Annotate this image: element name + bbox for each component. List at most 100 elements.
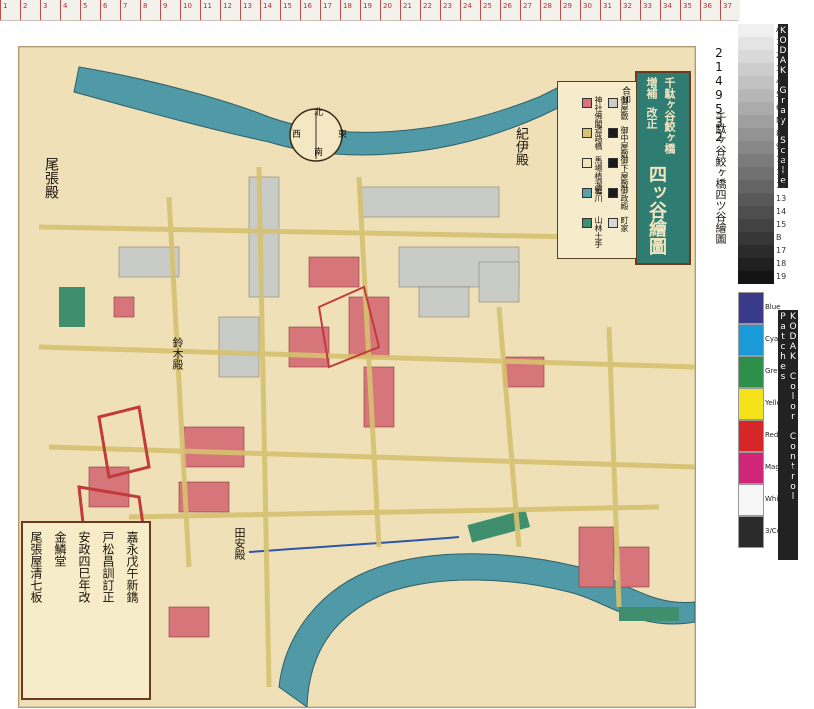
ruler-tick: 3 <box>40 0 47 20</box>
edition-label-2: 改正 <box>645 107 658 129</box>
cartouche-subtitle: 千駄ヶ谷鮫ヶ橋 <box>663 77 676 154</box>
gray-step-label: 9 <box>776 142 782 151</box>
imprint-line: 戸松昌訓訂正 <box>101 531 115 603</box>
color-patch-label: Yellow <box>765 399 787 407</box>
gray-step: 4 <box>738 76 781 89</box>
gray-step: 2 <box>738 50 781 63</box>
gray-step: 11 <box>738 167 786 180</box>
ruler-tick: 19 <box>360 0 372 20</box>
ruler-tick-label: 3 <box>43 2 48 10</box>
gray-step: 8 <box>738 128 781 141</box>
ruler-tick-label: 22 <box>423 2 432 10</box>
ruler-tick-label: 37 <box>723 2 732 10</box>
imprint-line: 尾張屋清七板 <box>29 531 43 603</box>
gray-step-label: 12 <box>776 181 787 190</box>
gray-step-label: 10 <box>776 155 787 164</box>
compass-north: 北 <box>312 107 322 116</box>
ruler-tick: 32 <box>620 0 632 20</box>
ruler-tick: 23 <box>440 0 452 20</box>
ruler-tick: 28 <box>540 0 552 20</box>
color-patch-label: Cyan <box>765 335 783 343</box>
compass-south: 南 <box>312 147 322 156</box>
color-patch-cyan: Cyan <box>738 324 783 356</box>
ruler-tick-label: 2 <box>23 2 28 10</box>
gray-step: 6 <box>738 102 781 115</box>
legend-label: 御政殿 <box>620 186 629 210</box>
gray-step: M <box>738 115 783 128</box>
legend-swatch <box>608 158 618 168</box>
gray-step-label: 17 <box>776 246 787 255</box>
ruler-tick: 7 <box>120 0 127 20</box>
ruler-tick-label: 33 <box>643 2 652 10</box>
estate-outline <box>97 405 151 479</box>
ruler-tick-label: 32 <box>623 2 632 10</box>
gray-step-label: 19 <box>776 272 787 281</box>
ruler-tick: 37 <box>720 0 732 20</box>
legend-label: 御下屋敷 <box>620 156 629 188</box>
ruler-tick-label: 20 <box>383 2 392 10</box>
color-patch-label: Green <box>765 367 787 375</box>
color-patch-magenta: Magenta <box>738 452 796 484</box>
legend-swatch <box>582 98 592 108</box>
legend-box: 合印 御屋敷 御中屋敷 御下屋敷 御政殿 町家 神社佛閣 道路橋 馬場植溜等 堀川 山林土手 <box>557 81 637 259</box>
ruler-tick-label: 35 <box>683 2 692 10</box>
ruler-tick: 34 <box>660 0 672 20</box>
ruler-tick-label: 6 <box>103 2 108 10</box>
ruler-tick: 24 <box>460 0 472 20</box>
gray-step: 17 <box>738 245 786 258</box>
gray-step: B <box>738 232 782 245</box>
ruler-tick-label: 1 <box>3 2 8 10</box>
ruler-tick: 8 <box>140 0 147 20</box>
gray-step-label: 15 <box>776 220 787 229</box>
label-kii: 紀伊殿 <box>513 127 528 166</box>
ruler-tick-label: 27 <box>523 2 532 10</box>
ruler-tick: 25 <box>480 0 492 20</box>
label-owari: 尾張殿 <box>43 157 59 199</box>
ruler-tick: 15 <box>280 0 292 20</box>
gray-step-label: 6 <box>776 103 782 112</box>
ruler-tick: 13 <box>240 0 252 20</box>
color-patches-label: KODAK Color Control Patches <box>778 310 798 560</box>
ruler-tick-label: 17 <box>323 2 332 10</box>
ruler-tick: 12 <box>220 0 232 20</box>
ruler-tick: 18 <box>340 0 352 20</box>
ruler-tick: 33 <box>640 0 652 20</box>
legend-label: 山林土手 <box>594 216 603 248</box>
ruler-tick: 10 <box>180 0 192 20</box>
legend-swatch <box>582 218 592 228</box>
gray-step: 19 <box>738 271 786 284</box>
legend-swatch <box>582 188 592 198</box>
color-patch-label: White <box>765 495 786 503</box>
ruler-tick-label: 26 <box>503 2 512 10</box>
gray-step-label: A <box>776 25 782 34</box>
title-cartouche: 増補 改正 千駄ヶ谷鮫ヶ橋 四ッ谷繪圖 <box>635 71 691 265</box>
ruler-tick: 30 <box>580 0 592 20</box>
legend-label: 神社佛閣 <box>594 96 603 128</box>
gray-step-label: 5 <box>776 90 782 99</box>
legend-swatch <box>582 128 592 138</box>
gray-step: 3 <box>738 63 781 76</box>
ruler-tick-label: 25 <box>483 2 492 10</box>
gray-step: 1 <box>738 37 781 50</box>
embankment <box>59 287 85 327</box>
gray-step-label: 2 <box>776 51 782 60</box>
ruler-tick-label: 36 <box>703 2 712 10</box>
legend-label: 堀川 <box>594 186 603 202</box>
legend-swatch <box>608 128 618 138</box>
ruler-tick-label: 4 <box>63 2 68 10</box>
ruler-tick-label: 7 <box>123 2 128 10</box>
gray-step: 18 <box>738 258 786 271</box>
edition-label-1: 増補 <box>645 77 658 99</box>
gray-step-label: 18 <box>776 259 787 268</box>
gray-step: 15 <box>738 219 786 232</box>
cartouche-title: 四ッ谷繪圖 <box>646 165 667 255</box>
gray-step-label: 4 <box>776 77 782 86</box>
color-patch-3-color: 3/Color <box>738 516 790 548</box>
kodak-target: KODAK Gray Scale A 1 2 3 4 5 6 M 8 9 10 11 12 13 14 15 B… <box>738 20 798 560</box>
ruler-tick: 4 <box>60 0 67 20</box>
map-sheet: 北 西 東 南 尾張殿 紀伊殿 鈴木殿 田安殿 増補 改正 千駄ヶ谷鮫ヶ橋 四ッ… <box>18 46 696 708</box>
ruler-tick-label: 29 <box>563 2 572 10</box>
gray-step-label: 11 <box>776 168 787 177</box>
ruler-tick-label: 28 <box>543 2 552 10</box>
color-patch-label: Blue <box>765 303 781 311</box>
